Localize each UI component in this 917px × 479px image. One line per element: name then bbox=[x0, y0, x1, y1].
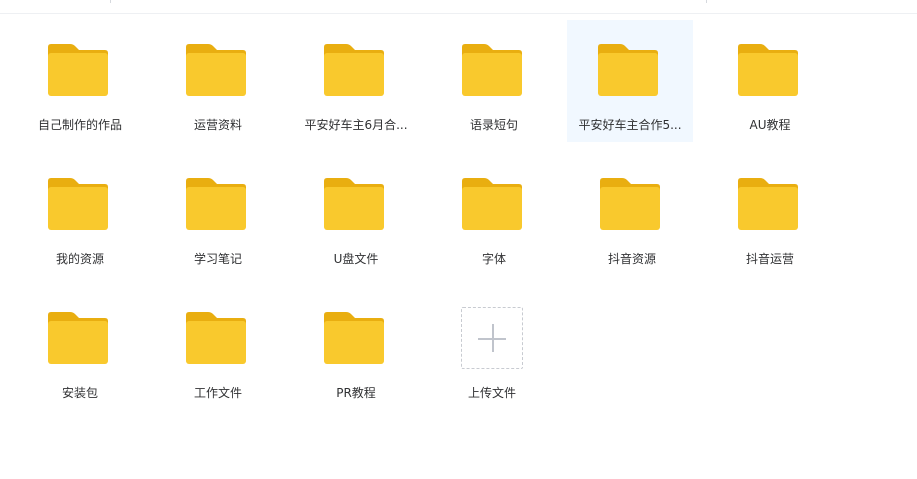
folder-name: 自己制作的作品 bbox=[37, 118, 122, 132]
upload-item[interactable]: 上传文件 bbox=[429, 288, 555, 410]
folder-item[interactable]: 学习笔记 bbox=[155, 154, 281, 276]
folder-item[interactable]: 自己制作的作品 bbox=[17, 20, 143, 142]
folder-icon bbox=[462, 178, 522, 230]
folder-name: 抖音资源 bbox=[607, 252, 656, 266]
folder-icon bbox=[738, 178, 798, 230]
folder-item[interactable]: AU教程 bbox=[707, 20, 833, 142]
folder-item[interactable]: 工作文件 bbox=[155, 288, 281, 410]
folder-name: 安装包 bbox=[61, 386, 98, 400]
folder-name: 平安好车主合作5... bbox=[578, 118, 682, 132]
divider-tick bbox=[706, 0, 707, 3]
folder-name: PR教程 bbox=[336, 386, 376, 400]
folder-icon bbox=[48, 312, 108, 364]
folder-icon bbox=[324, 312, 384, 364]
folder-icon bbox=[48, 44, 108, 96]
folder-item[interactable]: 运营资料 bbox=[155, 20, 281, 142]
folder-item[interactable]: 抖音运营 bbox=[707, 154, 833, 276]
folder-icon bbox=[598, 44, 658, 96]
folder-name: 学习笔记 bbox=[193, 252, 242, 266]
folder-icon bbox=[186, 312, 246, 364]
folder-name: 工作文件 bbox=[193, 386, 242, 400]
folder-item[interactable]: PR教程 bbox=[293, 288, 419, 410]
top-divider bbox=[0, 0, 917, 14]
folder-item-selected[interactable]: 平安好车主合作5... bbox=[567, 20, 693, 142]
folder-name: 抖音运营 bbox=[745, 252, 794, 266]
folder-name: 我的资源 bbox=[55, 252, 104, 266]
folder-name: AU教程 bbox=[749, 118, 791, 132]
folder-item[interactable]: 语录短句 bbox=[431, 20, 557, 142]
folder-item[interactable]: U盘文件 bbox=[293, 154, 419, 276]
folder-name: 字体 bbox=[481, 252, 506, 266]
folder-icon bbox=[462, 44, 522, 96]
folder-icon bbox=[186, 44, 246, 96]
upload-button[interactable] bbox=[461, 307, 523, 369]
folder-icon bbox=[738, 44, 798, 96]
folder-icon bbox=[48, 178, 108, 230]
folder-icon bbox=[324, 44, 384, 96]
folder-icon bbox=[600, 178, 660, 230]
folder-name: 运营资料 bbox=[193, 118, 242, 132]
folder-item[interactable]: 安装包 bbox=[17, 288, 143, 410]
divider-tick bbox=[110, 0, 111, 3]
folder-name: U盘文件 bbox=[333, 252, 379, 266]
folder-item[interactable]: 抖音资源 bbox=[569, 154, 695, 276]
folder-name: 平安好车主6月合... bbox=[304, 118, 408, 132]
folder-item[interactable]: 平安好车主6月合... bbox=[293, 20, 419, 142]
folder-item[interactable]: 字体 bbox=[431, 154, 557, 276]
upload-label: 上传文件 bbox=[467, 386, 516, 400]
folder-icon bbox=[186, 178, 246, 230]
folder-icon bbox=[324, 178, 384, 230]
folder-name: 语录短句 bbox=[469, 118, 518, 132]
folder-item[interactable]: 我的资源 bbox=[17, 154, 143, 276]
